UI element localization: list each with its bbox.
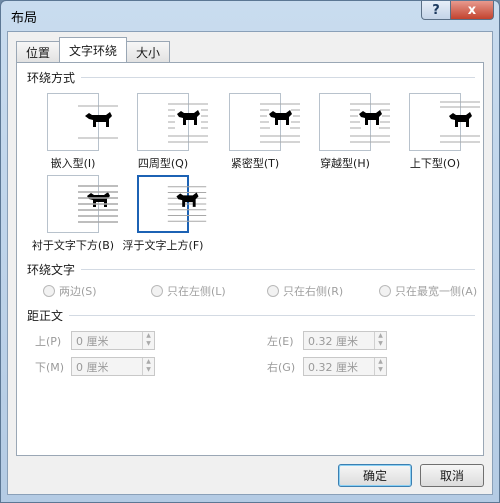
- divider: [81, 77, 475, 78]
- wrap-text-group: 环绕文字: [27, 261, 475, 278]
- field-label: 左(E): [267, 334, 294, 348]
- distance-bottom-field: 下(M) 0 厘米 ▲ ▼: [35, 357, 155, 376]
- wrap-option-tight[interactable]: 紧密型(T): [209, 93, 301, 171]
- spinner-arrows[interactable]: ▲ ▼: [374, 332, 386, 349]
- distance-bottom-input[interactable]: 0 厘米 ▲ ▼: [71, 357, 155, 376]
- field-value: 0.32 厘米: [308, 360, 358, 374]
- wrap-text-radio-both-sides[interactable]: 两边(S): [43, 283, 97, 299]
- wrap-option-in-front-of-text[interactable]: 浮于文字上方(F): [117, 175, 209, 253]
- divider: [81, 269, 475, 270]
- top-bottom-wrap-icon: [409, 93, 480, 151]
- layout-dialog: 布局 ? x 位置 文字环绕 大小 环绕方式 嵌入型(I) 四周型(Q) 紧密型…: [0, 0, 500, 503]
- radio-label: 只在左侧(L): [167, 285, 226, 298]
- distance-right-input[interactable]: 0.32 厘米 ▲ ▼: [303, 357, 387, 376]
- distance-right-field: 右(G) 0.32 厘米 ▲ ▼: [267, 357, 387, 376]
- radio-label: 两边(S): [59, 285, 97, 298]
- divider: [69, 315, 475, 316]
- wrap-option-top-bottom[interactable]: 上下型(O): [389, 93, 481, 171]
- inline-wrap-icon: [47, 93, 118, 151]
- tab-text-wrapping[interactable]: 文字环绕: [59, 37, 128, 62]
- radio-circle: [43, 285, 55, 297]
- wrap-option-behind-text[interactable]: 衬于文字下方(B): [27, 175, 119, 253]
- tab-panel: 环绕方式 嵌入型(I) 四周型(Q) 紧密型(T) 穿越型(H) 上下型(O) …: [16, 62, 484, 456]
- wrap-text-heading: 环绕文字: [27, 263, 76, 277]
- wrap-option-label: 嵌入型(I): [50, 157, 96, 170]
- distance-top-input[interactable]: 0 厘米 ▲ ▼: [71, 331, 155, 350]
- wrap-option-through[interactable]: 穿越型(H): [299, 93, 391, 171]
- distance-top-field: 上(P) 0 厘米 ▲ ▼: [35, 331, 155, 350]
- dialog-body: 位置 文字环绕 大小 环绕方式 嵌入型(I) 四周型(Q) 紧密型(T) 穿越型…: [7, 31, 493, 495]
- wrap-style-heading: 环绕方式: [27, 71, 76, 85]
- cancel-button[interactable]: 取消: [420, 464, 484, 487]
- distance-heading: 距正文: [27, 309, 64, 323]
- wrap-option-label: 浮于文字上方(F): [122, 239, 204, 252]
- field-label: 上(P): [35, 334, 62, 348]
- help-button[interactable]: ?: [421, 1, 451, 20]
- distance-group: 距正文: [27, 307, 475, 324]
- field-label: 下(M): [35, 360, 65, 374]
- spinner-arrows[interactable]: ▲ ▼: [142, 332, 154, 349]
- field-value: 0.32 厘米: [308, 334, 358, 348]
- spinner-arrows[interactable]: ▲ ▼: [142, 358, 154, 375]
- radio-circle: [151, 285, 163, 297]
- tab-size[interactable]: 大小: [126, 41, 171, 62]
- wrap-option-square[interactable]: 四周型(Q): [117, 93, 209, 171]
- distance-left-input[interactable]: 0.32 厘米 ▲ ▼: [303, 331, 387, 350]
- title-bar[interactable]: 布局 ? x: [1, 1, 499, 29]
- spinner-arrows[interactable]: ▲ ▼: [374, 358, 386, 375]
- wrap-option-label: 穿越型(H): [320, 157, 370, 170]
- tab-position[interactable]: 位置: [16, 41, 61, 62]
- radio-circle: [267, 285, 279, 297]
- wrap-option-label: 上下型(O): [409, 157, 461, 170]
- wrap-text-radio-right-only[interactable]: 只在右侧(R): [267, 283, 343, 299]
- wrap-option-label: 衬于文字下方(B): [31, 239, 115, 252]
- ok-button[interactable]: 确定: [338, 464, 412, 487]
- radio-label: 只在最宽一侧(A): [395, 285, 478, 298]
- wrap-option-inline[interactable]: 嵌入型(I): [27, 93, 119, 171]
- through-wrap-icon: [319, 93, 390, 151]
- wrap-option-label: 紧密型(T): [230, 157, 280, 170]
- dialog-title: 布局: [11, 11, 38, 26]
- distance-left-field: 左(E) 0.32 厘米 ▲ ▼: [267, 331, 387, 350]
- in-front-of-text-icon: [137, 175, 207, 233]
- radio-circle: [379, 285, 391, 297]
- wrap-text-radio-left-only[interactable]: 只在左侧(L): [151, 283, 226, 299]
- wrap-style-group: 环绕方式: [27, 69, 475, 86]
- field-value: 0 厘米: [76, 360, 109, 374]
- field-value: 0 厘米: [76, 334, 109, 348]
- radio-label: 只在右侧(R): [283, 285, 344, 298]
- field-label: 右(G): [267, 360, 296, 374]
- tight-wrap-icon: [229, 93, 300, 151]
- wrap-option-label: 四周型(Q): [137, 157, 189, 170]
- tab-strip: 位置 文字环绕 大小: [16, 37, 171, 62]
- square-wrap-icon: [137, 93, 208, 151]
- behind-text-icon: [47, 175, 118, 233]
- wrap-text-radio-largest-side[interactable]: 只在最宽一侧(A): [379, 283, 477, 299]
- close-button[interactable]: x: [450, 1, 494, 20]
